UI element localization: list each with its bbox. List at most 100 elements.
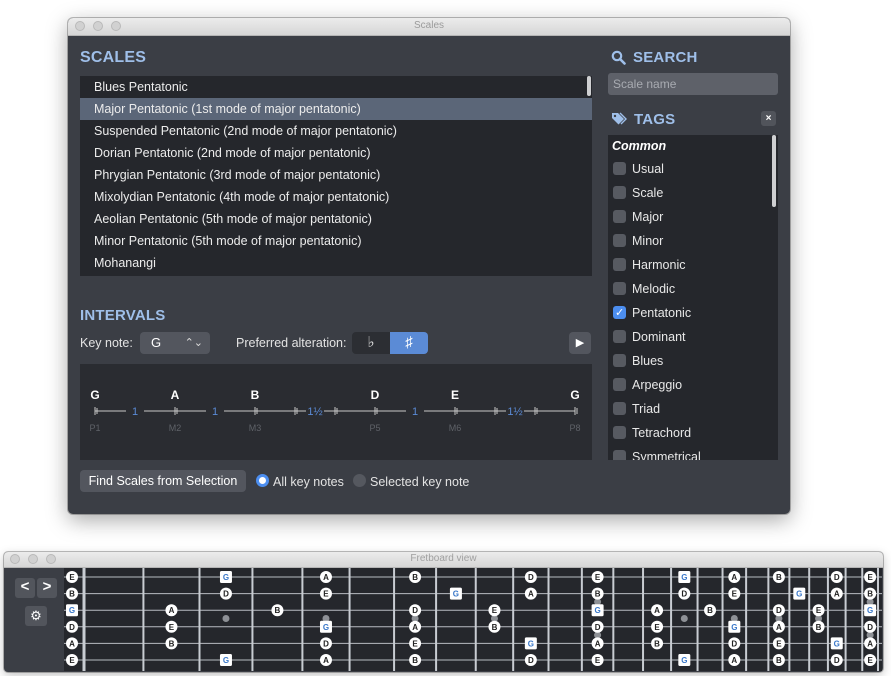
scales-titlebar[interactable]: Scales bbox=[68, 18, 790, 36]
tags-icon bbox=[612, 112, 627, 125]
tag-item[interactable]: Dominant bbox=[608, 325, 768, 349]
tag-checkbox[interactable] bbox=[613, 402, 626, 415]
fret-note-label: E bbox=[69, 573, 75, 582]
find-scales-button[interactable]: Find Scales from Selection bbox=[80, 470, 246, 492]
tag-label: Dominant bbox=[632, 330, 686, 344]
fret-note-label: E bbox=[595, 573, 601, 582]
fret-note-label: B bbox=[169, 639, 175, 648]
search-input[interactable]: Scale name bbox=[608, 73, 778, 95]
tag-checkbox[interactable] bbox=[613, 450, 626, 460]
fret-note-label: D bbox=[681, 590, 687, 599]
tag-item[interactable]: Major bbox=[608, 205, 768, 229]
tag-item[interactable]: Melodic bbox=[608, 277, 768, 301]
key-note-select[interactable]: G ⌃⌄ bbox=[140, 332, 210, 354]
fret-note-label: E bbox=[492, 606, 498, 615]
fret-note-label: E bbox=[816, 606, 822, 615]
intervals-svg: G P1 A M2 B M3 D P5 E M6 G P8 1 1 1½ 1 1½ bbox=[89, 388, 580, 433]
tag-label: Blues bbox=[632, 354, 664, 368]
fret-note-label: A bbox=[595, 639, 601, 648]
all-key-notes-label[interactable]: All key notes bbox=[273, 475, 344, 489]
tag-checkbox[interactable] bbox=[613, 186, 626, 199]
tag-item[interactable]: Symmetrical bbox=[608, 445, 768, 460]
scales-list-scrollbar[interactable] bbox=[587, 76, 591, 96]
gear-icon[interactable]: ⚙ bbox=[25, 606, 47, 626]
fret-inlay bbox=[222, 615, 230, 622]
selected-key-note-label[interactable]: Selected key note bbox=[370, 475, 469, 489]
tag-checkbox[interactable] bbox=[613, 210, 626, 223]
sharp-toggle-button[interactable]: ♯ bbox=[390, 332, 428, 354]
scale-list-item[interactable]: Suspended Pentatonic (2nd mode of major … bbox=[80, 120, 592, 142]
interval-step-label: 1 bbox=[412, 406, 418, 418]
fret-note-label: A bbox=[412, 623, 418, 632]
tag-checkbox[interactable] bbox=[613, 258, 626, 271]
fret-note-label: E bbox=[169, 623, 175, 632]
fret-note-label: E bbox=[595, 656, 601, 665]
tag-item[interactable]: Arpeggio bbox=[608, 373, 768, 397]
fret-note-label: A bbox=[867, 639, 873, 648]
tag-item[interactable]: Tetrachord bbox=[608, 421, 768, 445]
scale-list-item[interactable]: Blues Pentatonic bbox=[80, 76, 592, 98]
fretboard-window: Fretboard view < > ⚙ EGABDEGABDEBDEGABDE… bbox=[4, 552, 883, 672]
fret-note-label: G bbox=[223, 573, 229, 582]
fret-note-label: A bbox=[323, 656, 329, 665]
interval-degree-label: P5 bbox=[369, 423, 380, 433]
fret-note-label: B bbox=[654, 639, 660, 648]
scale-list-item[interactable]: Minor Pentatonic (5th mode of major pent… bbox=[80, 230, 592, 252]
fret-note-label: E bbox=[867, 656, 873, 665]
previous-scale-button[interactable]: < bbox=[15, 578, 35, 598]
tag-checkbox[interactable] bbox=[613, 234, 626, 247]
fret-note-label: G bbox=[731, 623, 737, 632]
fret-note-label: E bbox=[69, 656, 75, 665]
interval-degree-label: M6 bbox=[449, 423, 462, 433]
scale-list-item[interactable]: Phrygian Pentatonic (3rd mode of major p… bbox=[80, 164, 592, 186]
interval-note-label: G bbox=[90, 388, 99, 402]
tag-label: Arpeggio bbox=[632, 378, 683, 392]
all-key-notes-radio[interactable] bbox=[256, 474, 269, 487]
scales-list[interactable]: Blues Pentatonic Major Pentatonic (1st mo… bbox=[80, 76, 592, 276]
tags-group-heading: Common bbox=[612, 139, 667, 153]
tag-label: Major bbox=[632, 210, 664, 224]
fretboard-titlebar[interactable]: Fretboard view bbox=[4, 552, 883, 568]
interval-note-label: B bbox=[251, 388, 260, 402]
fret-note-label: G bbox=[69, 606, 75, 615]
tag-checkbox[interactable] bbox=[613, 426, 626, 439]
tag-checkbox[interactable] bbox=[613, 282, 626, 295]
scale-list-item[interactable]: Mixolydian Pentatonic (4th mode of major… bbox=[80, 186, 592, 208]
flat-toggle-button[interactable]: ♭ bbox=[352, 332, 390, 354]
tag-item[interactable]: Blues bbox=[608, 349, 768, 373]
fret-note-label: B bbox=[776, 573, 782, 582]
fret-note-label: G bbox=[323, 623, 329, 632]
tag-item[interactable]: Minor bbox=[608, 229, 768, 253]
tag-item[interactable]: Triad bbox=[608, 397, 768, 421]
selected-key-note-radio[interactable] bbox=[353, 474, 366, 487]
tag-label: Scale bbox=[632, 186, 664, 200]
tags-list-scrollbar[interactable] bbox=[772, 135, 776, 207]
fret-note-label: B bbox=[412, 656, 418, 665]
clear-tags-button[interactable]: × bbox=[761, 111, 776, 126]
scale-list-item[interactable]: Mohanangi bbox=[80, 252, 592, 274]
scale-list-item[interactable]: Dorian Pentatonic (2nd mode of major pen… bbox=[80, 142, 592, 164]
tag-label: Triad bbox=[632, 402, 661, 416]
fret-note-label: A bbox=[169, 606, 175, 615]
play-button[interactable]: ▶ bbox=[569, 332, 591, 354]
tag-item[interactable]: Scale bbox=[608, 181, 768, 205]
fretboard[interactable]: E G A B D E G A B D EB D E G A B D E G A BG A B D E G A B D E GD E G A B D E… bbox=[64, 568, 882, 671]
tag-item[interactable]: Pentatonic bbox=[608, 301, 768, 325]
fret-note-label: A bbox=[323, 573, 329, 582]
tag-checkbox[interactable] bbox=[613, 354, 626, 367]
tag-checkbox[interactable] bbox=[613, 330, 626, 343]
tag-label: Minor bbox=[632, 234, 664, 248]
fret-note-label: B bbox=[275, 606, 281, 615]
fret-inlay bbox=[680, 615, 688, 622]
tag-checkbox[interactable] bbox=[613, 378, 626, 391]
tag-item[interactable]: Usual bbox=[608, 157, 768, 181]
scale-list-item[interactable]: Major Pentatonic (1st mode of major pent… bbox=[80, 98, 592, 120]
tag-label: Melodic bbox=[632, 282, 676, 296]
tag-item[interactable]: Harmonic bbox=[608, 253, 768, 277]
scale-list-item[interactable]: Aeolian Pentatonic (5th mode of major pe… bbox=[80, 208, 592, 230]
interval-note-label: E bbox=[451, 388, 459, 402]
fret-note-label: D bbox=[834, 573, 840, 582]
next-scale-button[interactable]: > bbox=[37, 578, 57, 598]
tag-checkbox[interactable] bbox=[613, 301, 626, 325]
tag-checkbox[interactable] bbox=[613, 162, 626, 175]
